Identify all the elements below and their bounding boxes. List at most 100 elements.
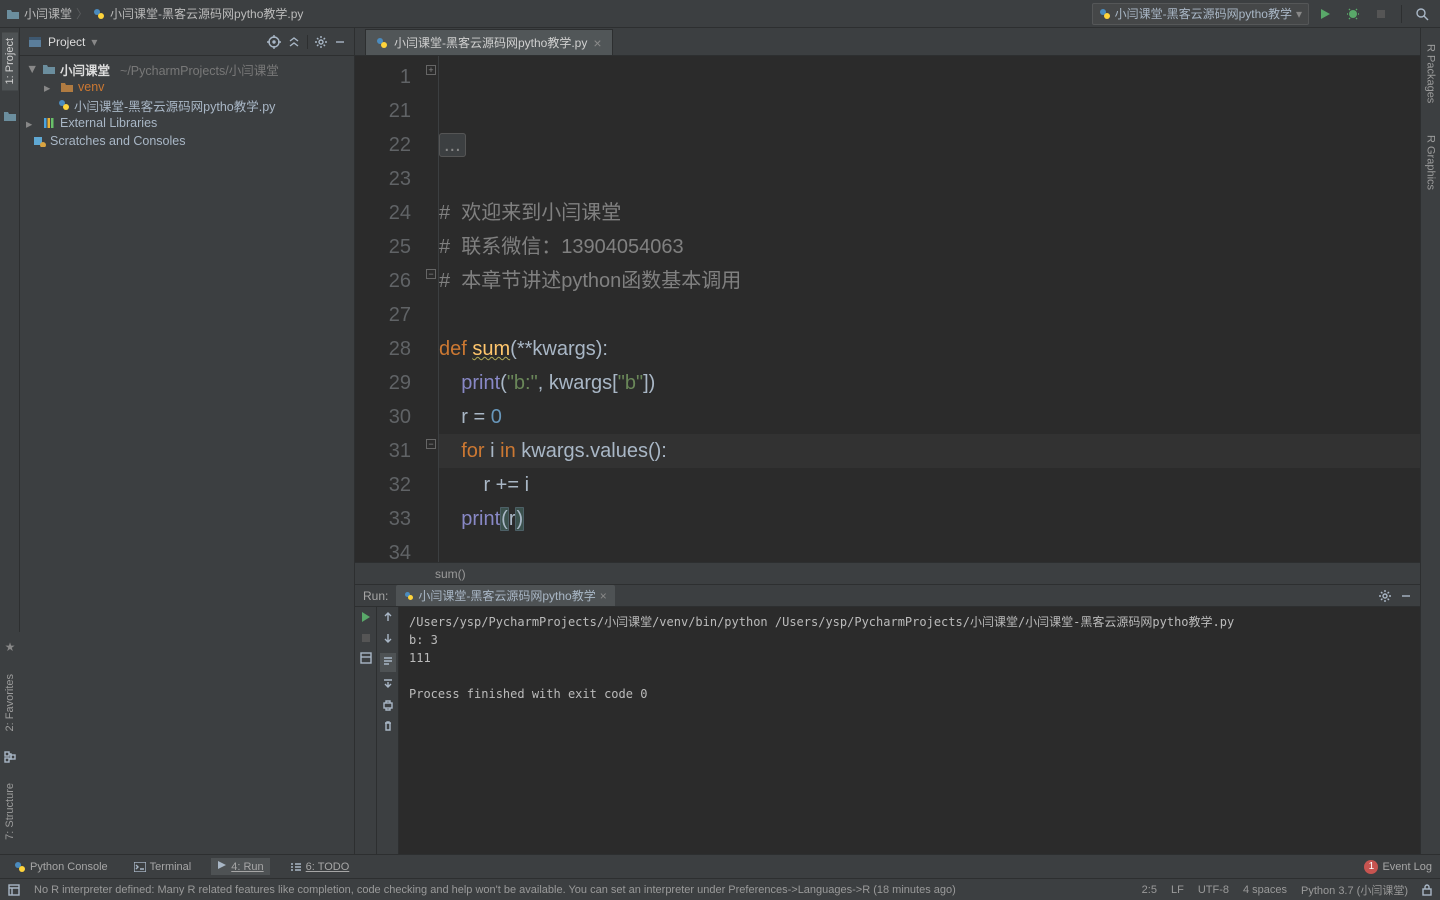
collapse-all-icon[interactable] <box>287 35 301 49</box>
editor-tabs: 小闫课堂-黑客云源码网pytho教学.py × <box>355 28 1420 56</box>
tree-root-name: 小闫课堂 <box>60 60 110 79</box>
event-count-badge: 1 <box>1364 860 1378 874</box>
soft-wrap-icon[interactable] <box>380 653 396 672</box>
breadcrumb-project[interactable]: 小闫课堂 <box>24 5 72 22</box>
tree-venv[interactable]: ▸ venv <box>20 78 354 96</box>
debug-button[interactable] <box>1341 2 1365 26</box>
tree-project-root[interactable]: ▼ 小闫课堂 ~/PycharmProjects/小闫课堂 <box>20 60 354 78</box>
run-tab[interactable]: 小闫课堂-黑客云源码网pytho教学 × <box>396 585 614 606</box>
fold-gutter[interactable]: + − − <box>425 56 439 562</box>
interpreter-info[interactable]: Python 3.7 (小闫课堂) <box>1301 882 1408 898</box>
structure-tab[interactable]: 7: Structure <box>2 777 18 846</box>
python-file-icon <box>92 7 106 21</box>
close-icon[interactable]: × <box>593 35 601 51</box>
gear-icon[interactable] <box>314 35 328 49</box>
run-body: /Users/ysp/PycharmProjects/小闫课堂/venv/bin… <box>355 607 1420 854</box>
close-icon[interactable]: × <box>600 589 607 603</box>
print-icon[interactable] <box>382 699 394 714</box>
console-output[interactable]: /Users/ysp/PycharmProjects/小闫课堂/venv/bin… <box>399 607 1420 854</box>
layout-icon[interactable] <box>360 652 372 667</box>
line-number-gutter: 12122232425262728293031323334 <box>355 56 425 562</box>
toolbar-right: 小闫课堂-黑客云源码网pytho教学 ▾ <box>1092 2 1434 26</box>
indent-info[interactable]: 4 spaces <box>1243 884 1287 896</box>
project-tool-tab[interactable]: 1: Project <box>2 32 18 90</box>
project-view-icon <box>28 36 42 48</box>
breadcrumb-file[interactable]: 小闫课堂-黑客云源码网pytho教学.py <box>110 5 303 22</box>
run-button[interactable] <box>1313 2 1337 26</box>
minimize-icon[interactable] <box>334 36 346 48</box>
navigation-bar: 小闫课堂 〉 小闫课堂-黑客云源码网pytho教学.py 小闫课堂-黑客云源码网… <box>0 0 1440 28</box>
python-icon <box>14 861 26 873</box>
gear-icon[interactable] <box>1378 589 1392 603</box>
tree-file[interactable]: 小闫课堂-黑客云源码网pytho教学.py <box>20 96 354 114</box>
chevron-down-icon: ▼ <box>26 62 38 76</box>
trash-icon[interactable] <box>382 720 394 735</box>
main-area: 1: Project Project ▾ ▼ 小闫课堂 ~/PycharmPro… <box>0 28 1440 854</box>
run-config-label: 小闫课堂-黑客云源码网pytho教学 <box>1115 5 1292 22</box>
editor-tab-label: 小闫课堂-黑客云源码网pytho教学.py <box>394 34 587 51</box>
todo-tab[interactable]: 6: TODO <box>284 859 356 875</box>
down-icon[interactable] <box>382 632 394 647</box>
project-panel-header: Project ▾ <box>20 28 354 56</box>
project-panel-title[interactable]: Project <box>48 35 85 49</box>
chevron-down-icon[interactable]: ▾ <box>91 35 97 49</box>
tree-scratches-label: Scratches and Consoles <box>50 134 186 148</box>
project-panel: Project ▾ ▼ 小闫课堂 ~/PycharmProjects/小闫课堂 … <box>20 28 355 854</box>
python-console-tab[interactable]: Python Console <box>8 859 114 875</box>
run-toolbar-left <box>355 607 377 854</box>
editor-crumb-label: sum() <box>435 567 466 581</box>
rerun-icon[interactable] <box>360 611 372 626</box>
folder-icon <box>42 63 56 75</box>
right-tool-strip: R Packages R Graphics <box>1420 28 1440 854</box>
run-tab-bottom[interactable]: 4: Run <box>211 858 269 875</box>
python-file-icon <box>376 37 388 49</box>
chevron-right-icon: 〉 <box>76 5 88 22</box>
python-file-icon <box>404 591 414 601</box>
run-header: Run: 小闫课堂-黑客云源码网pytho教学 × <box>355 585 1420 607</box>
python-file-icon <box>1099 8 1111 20</box>
run-config-selector[interactable]: 小闫课堂-黑客云源码网pytho教学 ▾ <box>1092 3 1309 25</box>
python-file-icon <box>58 99 70 111</box>
terminal-icon <box>134 862 146 872</box>
scroll-to-end-icon[interactable] <box>382 678 394 693</box>
event-log-button[interactable]: 1 Event Log <box>1364 860 1432 874</box>
status-message[interactable]: No R interpreter defined: Many R related… <box>34 884 956 896</box>
status-bar: No R interpreter defined: Many R related… <box>0 878 1440 900</box>
minimize-icon[interactable] <box>1400 590 1412 602</box>
run-title: Run: <box>363 589 388 603</box>
bottom-tool-tabs: Python Console Terminal 4: Run 6: TODO 1… <box>0 854 1440 878</box>
run-tab-label: 小闫课堂-黑客云源码网pytho教学 <box>418 587 595 604</box>
tree-root-path: ~/PycharmProjects/小闫课堂 <box>120 60 279 79</box>
tool-windows-icon[interactable] <box>8 884 20 896</box>
code-editor[interactable]: ... # 欢迎来到小闫课堂 # 联系微信：13904054063 # 本章节讲… <box>439 56 1420 562</box>
r-packages-tab[interactable]: R Packages <box>1423 38 1439 109</box>
todo-icon <box>290 862 302 872</box>
cursor-position[interactable]: 2:5 <box>1142 884 1157 896</box>
search-button[interactable] <box>1410 2 1434 26</box>
terminal-tab[interactable]: Terminal <box>128 859 198 875</box>
stop-button[interactable] <box>1369 2 1393 26</box>
lock-icon[interactable] <box>1422 884 1432 896</box>
tree-venv-label: venv <box>78 80 104 94</box>
project-tree[interactable]: ▼ 小闫课堂 ~/PycharmProjects/小闫课堂 ▸ venv 小闫课… <box>20 56 354 154</box>
locate-icon[interactable] <box>267 35 281 49</box>
tree-ext-libs-label: External Libraries <box>60 116 157 130</box>
editor-breadcrumb[interactable]: sum() <box>355 562 1420 584</box>
library-icon <box>42 117 56 129</box>
line-separator[interactable]: LF <box>1171 884 1184 896</box>
favorites-tab[interactable]: 2: Favorites <box>2 668 18 737</box>
up-icon[interactable] <box>382 611 394 626</box>
tree-scratches[interactable]: Scratches and Consoles <box>20 132 354 150</box>
tree-external-libs[interactable]: ▸ External Libraries <box>20 114 354 132</box>
editor-body[interactable]: 12122232425262728293031323334 + − − ... … <box>355 56 1420 562</box>
stop-icon[interactable] <box>361 632 371 646</box>
folder-icon[interactable] <box>3 110 17 122</box>
folder-icon <box>60 81 74 93</box>
editor-tab[interactable]: 小闫课堂-黑客云源码网pytho教学.py × <box>365 29 613 55</box>
breadcrumb[interactable]: 小闫课堂 〉 小闫课堂-黑客云源码网pytho教学.py <box>6 5 303 22</box>
run-icon <box>217 860 227 873</box>
file-encoding[interactable]: UTF-8 <box>1198 884 1229 896</box>
chevron-right-icon: ▸ <box>26 116 38 131</box>
tree-file-label: 小闫课堂-黑客云源码网pytho教学.py <box>74 96 275 115</box>
r-graphics-tab[interactable]: R Graphics <box>1423 129 1439 196</box>
